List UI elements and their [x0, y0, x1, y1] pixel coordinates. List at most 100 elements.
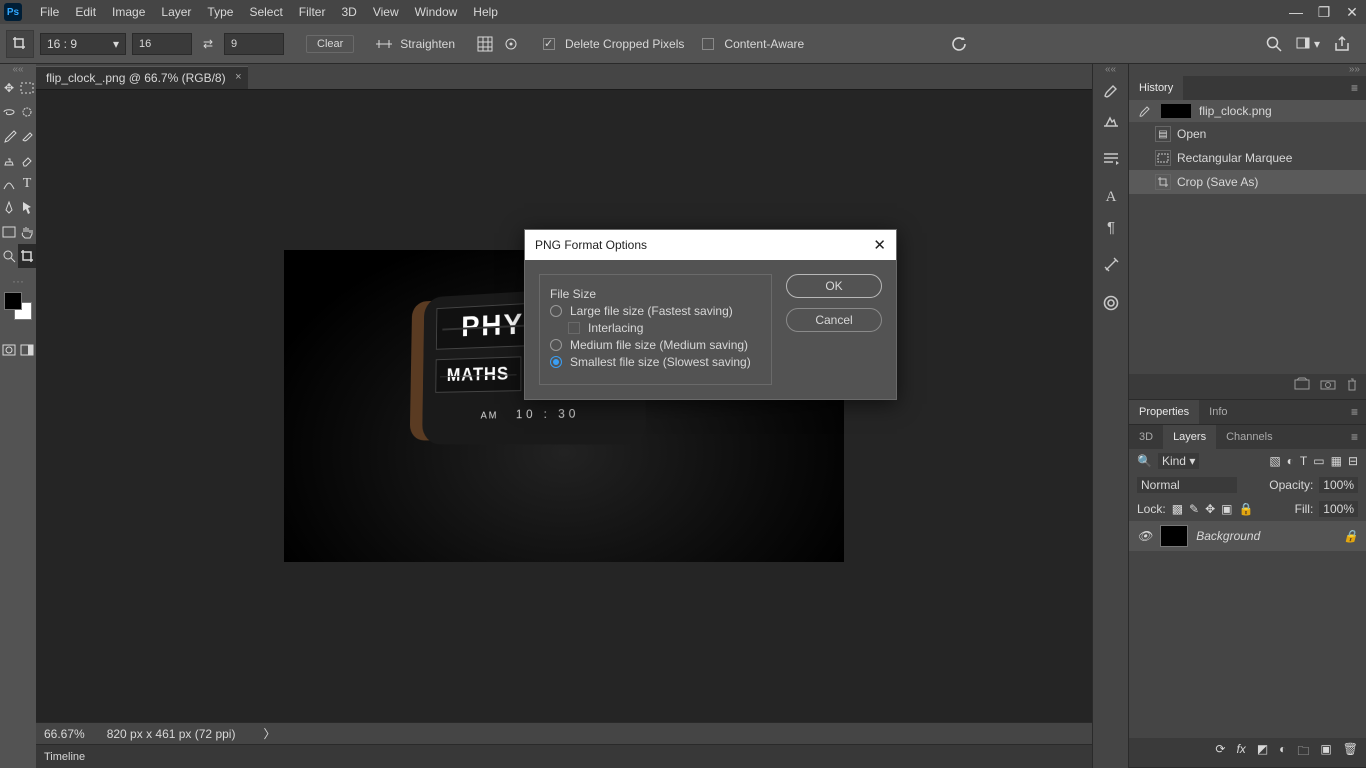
layer-mask-icon[interactable]: ◩ — [1257, 742, 1268, 763]
blend-mode-select[interactable]: Normal — [1137, 477, 1237, 493]
menu-3d[interactable]: 3D — [333, 0, 364, 24]
content-aware-checkbox[interactable] — [702, 38, 714, 50]
zoom-tool[interactable] — [0, 244, 18, 268]
new-snapshot-icon[interactable] — [1320, 378, 1336, 395]
move-tool[interactable]: ✥ — [0, 76, 18, 100]
layer-name[interactable]: Background — [1196, 529, 1260, 543]
gradient-tool[interactable] — [0, 172, 18, 196]
hand-tool[interactable] — [18, 220, 36, 244]
zoom-level[interactable]: 66.67% — [44, 727, 85, 741]
history-step-crop[interactable]: Crop (Save As) — [1129, 170, 1366, 194]
direct-select-tool[interactable] — [18, 196, 36, 220]
brush-settings-panel-icon[interactable] — [1093, 106, 1129, 136]
brushes-panel-icon[interactable] — [1093, 76, 1129, 106]
layer-row-background[interactable]: 👁 Background 🔒 — [1129, 521, 1366, 551]
lock-position-icon[interactable]: ✥ — [1205, 502, 1215, 516]
rect-marquee-tool[interactable] — [18, 76, 36, 100]
crop-height-input[interactable]: 9 — [224, 33, 284, 55]
quick-mask-icon[interactable] — [0, 338, 18, 362]
new-layer-icon[interactable]: ▣ — [1320, 742, 1331, 763]
delete-cropped-checkbox[interactable] — [543, 38, 555, 50]
properties-tab[interactable]: Properties — [1129, 400, 1199, 424]
paragraph-panel-icon[interactable]: ¶ — [1093, 212, 1129, 242]
filter-type-icon[interactable]: T — [1300, 454, 1307, 468]
lock-transparent-icon[interactable]: ▩ — [1172, 502, 1183, 516]
canvas-area[interactable]: PHYSICS MATHS ENGLISH AM 10 : 30 — [36, 90, 1092, 722]
overlay-grid-icon[interactable] — [475, 34, 495, 54]
eraser-tool[interactable] — [18, 148, 36, 172]
delete-layer-icon[interactable]: 🗑 — [1343, 742, 1358, 763]
libraries-panel-icon[interactable] — [1093, 288, 1129, 318]
workspace-select-icon[interactable]: ▾ — [1298, 34, 1318, 54]
reset-crop-icon[interactable] — [950, 34, 970, 54]
brush-tool[interactable] — [18, 124, 36, 148]
eyedropper-tool[interactable] — [0, 124, 18, 148]
search-icon[interactable] — [1264, 34, 1284, 54]
option-large-file[interactable]: Large file size (Fastest saving) — [550, 304, 761, 318]
window-close-button[interactable]: ✕ — [1338, 0, 1366, 24]
clear-button[interactable]: Clear — [306, 35, 354, 53]
lock-paint-icon[interactable]: ✎ — [1189, 502, 1199, 516]
pen-tool[interactable] — [0, 196, 18, 220]
crop-ratio-select[interactable]: 16 : 9▾ — [40, 33, 126, 55]
option-smallest-file[interactable]: Smallest file size (Slowest saving) — [550, 355, 761, 369]
character-panel-icon[interactable]: A — [1093, 182, 1129, 212]
document-dimensions[interactable]: 820 px x 461 px (72 ppi) — [107, 727, 236, 741]
menu-type[interactable]: Type — [199, 0, 241, 24]
document-tab[interactable]: flip_clock_.png @ 66.7% (RGB/8)× — [36, 66, 248, 89]
swap-dimensions-icon[interactable]: ⇄ — [198, 34, 218, 54]
rectangle-tool[interactable] — [0, 220, 18, 244]
ok-button[interactable]: OK — [786, 274, 882, 298]
window-restore-button[interactable]: ❐ — [1310, 0, 1338, 24]
visibility-toggle-icon[interactable]: 👁 — [1137, 529, 1152, 543]
crop-tool-indicator-icon[interactable] — [6, 30, 34, 58]
filter-adjust-icon[interactable]: ◐ — [1287, 454, 1294, 468]
layer-fx-icon[interactable]: fx — [1236, 742, 1245, 763]
option-medium-file[interactable]: Medium file size (Medium saving) — [550, 338, 761, 352]
crop-tool[interactable] — [18, 244, 36, 268]
cancel-button[interactable]: Cancel — [786, 308, 882, 332]
quick-select-tool[interactable] — [18, 100, 36, 124]
clone-stamp-tool[interactable] — [0, 148, 18, 172]
timeline-panel-tab[interactable]: Timeline — [36, 744, 1092, 768]
status-chevron-icon[interactable]: 〉 — [263, 725, 275, 742]
menu-layer[interactable]: Layer — [153, 0, 199, 24]
filter-toggle-icon[interactable]: ⊟ — [1348, 454, 1358, 468]
fill-input[interactable]: 100% — [1319, 501, 1358, 517]
opacity-input[interactable]: 100% — [1319, 477, 1358, 493]
3d-tab[interactable]: 3D — [1129, 425, 1163, 449]
lock-all-icon[interactable]: 🔒 — [1239, 502, 1254, 516]
tool-panel-grip[interactable]: «« — [0, 64, 36, 76]
menu-file[interactable]: File — [32, 0, 67, 24]
share-icon[interactable] — [1332, 34, 1352, 54]
panels-grip[interactable]: »» — [1129, 64, 1366, 76]
menu-window[interactable]: Window — [407, 0, 466, 24]
menu-edit[interactable]: Edit — [67, 0, 104, 24]
history-step-marquee[interactable]: Rectangular Marquee — [1129, 146, 1366, 170]
lock-artboard-icon[interactable]: ▣ — [1221, 502, 1232, 516]
dialog-close-button[interactable]: ✕ — [873, 236, 886, 254]
layer-lock-icon[interactable]: 🔒 — [1343, 529, 1358, 543]
history-tab[interactable]: History — [1129, 76, 1183, 100]
delete-state-icon[interactable] — [1346, 378, 1358, 395]
history-menu-icon[interactable]: ≡ — [1343, 81, 1366, 95]
dock-grip[interactable]: «« — [1093, 64, 1128, 76]
menu-select[interactable]: Select — [241, 0, 290, 24]
layers-tab[interactable]: Layers — [1163, 425, 1216, 449]
link-layers-icon[interactable]: ⟳ — [1215, 742, 1225, 763]
color-swatches[interactable] — [4, 292, 32, 320]
close-tab-icon[interactable]: × — [235, 71, 241, 83]
menu-view[interactable]: View — [365, 0, 407, 24]
straighten-icon[interactable] — [374, 34, 394, 54]
adjustment-layer-icon[interactable]: ◐ — [1279, 742, 1286, 763]
history-step-open[interactable]: ▤Open — [1129, 122, 1366, 146]
filter-smart-icon[interactable]: ▦ — [1331, 454, 1342, 468]
menu-help[interactable]: Help — [465, 0, 506, 24]
layers-menu-icon[interactable]: ≡ — [1343, 430, 1366, 444]
lasso-tool[interactable] — [0, 100, 18, 124]
layer-group-icon[interactable]: 🗀 — [1297, 742, 1309, 763]
straighten-label[interactable]: Straighten — [400, 37, 455, 51]
window-minimize-button[interactable]: — — [1282, 0, 1310, 24]
crop-width-input[interactable]: 16 — [132, 33, 192, 55]
paragraph-styles-panel-icon[interactable] — [1093, 144, 1129, 174]
